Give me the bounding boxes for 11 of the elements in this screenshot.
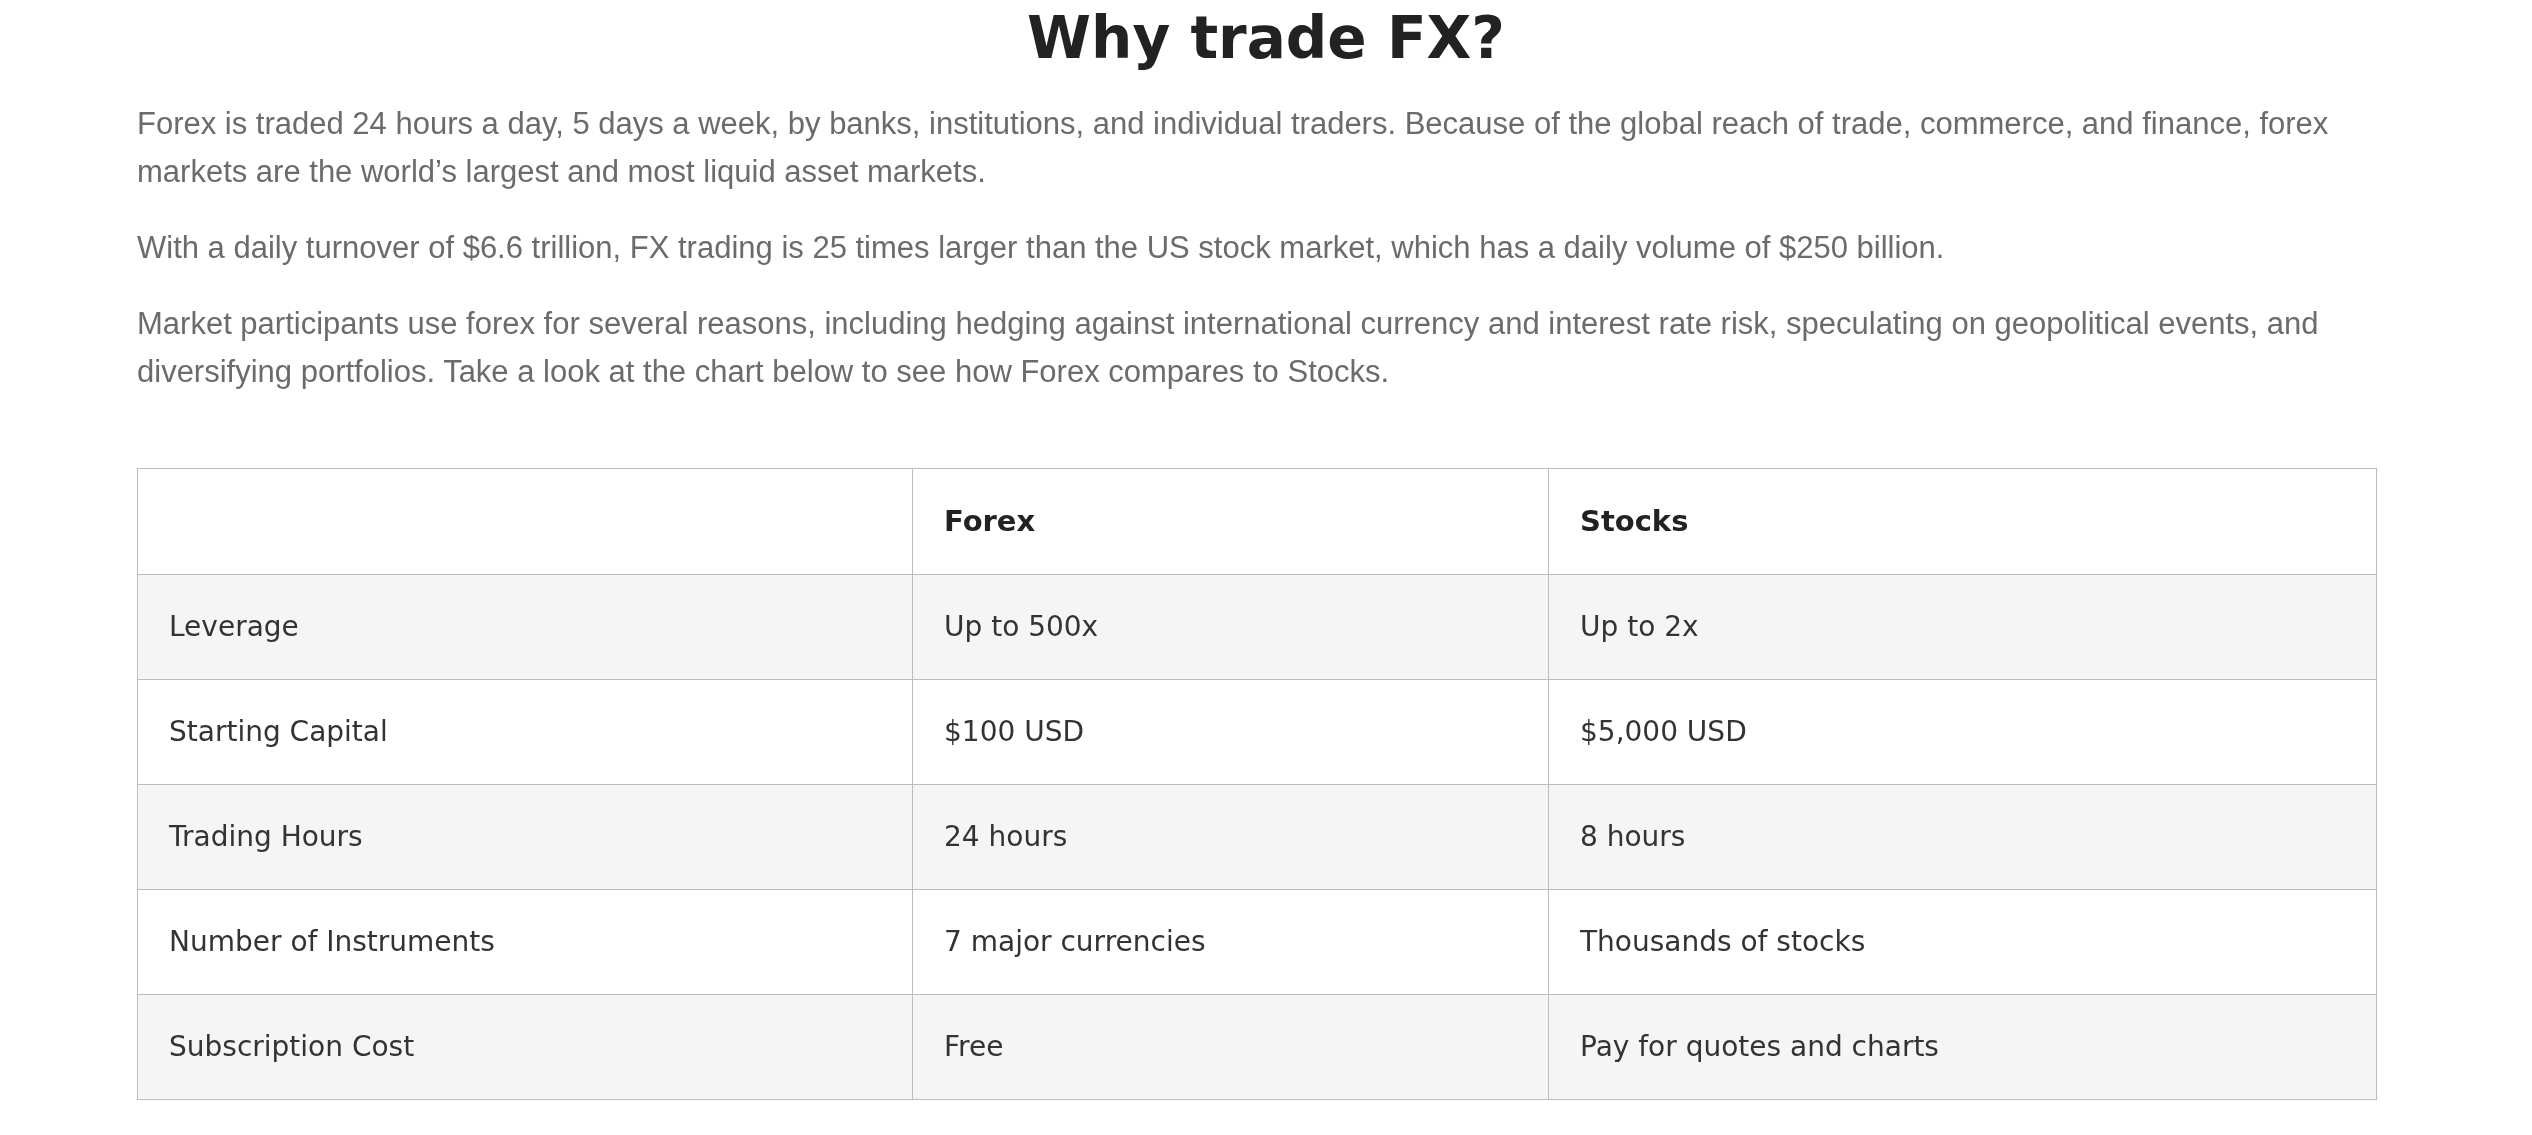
- table-cell-text: Starting Capital: [168, 714, 389, 750]
- paragraph: Forex is traded 24 hours a day, 5 days a week, by banks, institutions, and individual traders. Because of the global reach of trade, commerce, and finance, forex markets are the world’s largest and most liquid asset markets.: [137, 105, 2330, 191]
- paragraph: With a daily turnover of $6.6 trillion, FX trading is 25 times larger than the US stock market, which has a daily volume of $250 billion.: [137, 229, 1946, 267]
- table-cell-text: Trading Hours: [168, 819, 364, 855]
- table-cell-text: Number of Instruments: [168, 924, 496, 960]
- table-cell-text: Subscription Cost: [168, 1029, 416, 1065]
- table-cell-text: Leverage: [168, 609, 300, 645]
- table-cell: Pay for quotes and charts: [1548, 995, 2376, 1099]
- page-title: Why trade FX?: [1026, 3, 1506, 74]
- table-cell: Free: [912, 995, 1548, 1099]
- paragraph: Market participants use forex for several reasons, including hedging against international currency and interest rate risk, speculating on geopolitical events, and diversifying portfolios. Take a look at the chart below to see how Forex compares to Stocks.: [137, 305, 2320, 391]
